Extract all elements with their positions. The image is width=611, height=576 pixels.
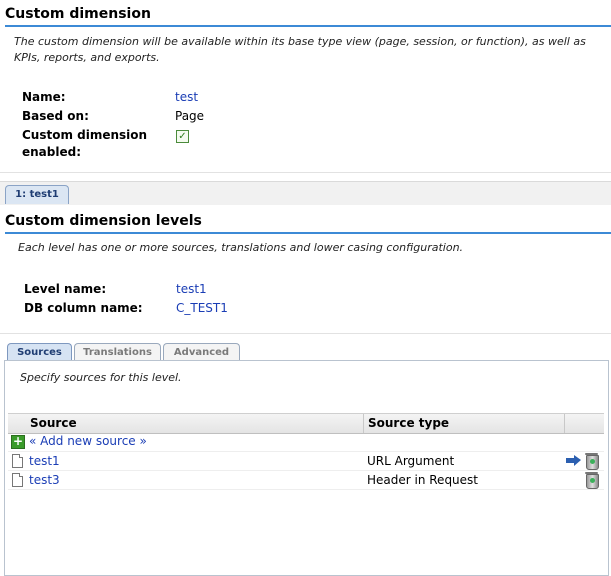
db-column-label: DB column name: [24, 301, 143, 315]
column-header-source-type[interactable]: Source type [368, 414, 449, 433]
trash-icon[interactable] [585, 453, 599, 470]
trash-icon[interactable] [585, 472, 599, 489]
add-icon[interactable]: + [11, 435, 25, 449]
column-divider [564, 414, 565, 433]
level-name-link[interactable]: test1 [176, 282, 207, 296]
column-divider [363, 414, 364, 433]
enabled-label-line1: Custom dimension [22, 128, 148, 142]
based-on-value: Page [175, 109, 205, 123]
sources-table-header: Source Source type [8, 413, 604, 434]
db-column-link[interactable]: C_TEST1 [176, 301, 228, 315]
tab-translations[interactable]: Translations [74, 343, 161, 361]
table-row: test3 Header in Request [8, 471, 604, 490]
page-description: The custom dimension will be available w… [14, 35, 586, 64]
add-new-source-link[interactable]: « Add new source » [29, 434, 147, 448]
level-tab-strip [0, 181, 611, 205]
enabled-checkbox[interactable]: ✓ [176, 130, 189, 143]
levels-title-rule [5, 232, 611, 234]
document-icon [12, 473, 23, 487]
tab-advanced[interactable]: Advanced [163, 343, 240, 361]
level-name-label: Level name: [24, 282, 107, 296]
add-source-row: + « Add new source » [8, 433, 604, 452]
levels-description: Each level has one or more sources, tran… [18, 241, 464, 254]
source-link[interactable]: test1 [29, 454, 60, 468]
tab-level-1[interactable]: 1: test1 [5, 185, 69, 204]
name-value-link[interactable]: test [175, 90, 198, 104]
divider [0, 333, 611, 334]
levels-title: Custom dimension levels [5, 213, 202, 229]
source-type: URL Argument [367, 454, 455, 468]
based-on-label: Based on: [22, 109, 89, 123]
title-rule [5, 25, 611, 27]
sources-description: Specify sources for this level. [20, 371, 182, 384]
page-title: Custom dimension [5, 6, 151, 22]
column-header-source[interactable]: Source [30, 414, 77, 433]
tab-sources[interactable]: Sources [7, 343, 72, 361]
table-row: test1 URL Argument [8, 452, 604, 471]
enabled-label-line2: enabled: [22, 145, 82, 159]
source-link[interactable]: test3 [29, 473, 60, 487]
move-icon[interactable] [566, 455, 582, 466]
name-label: Name: [22, 90, 66, 104]
document-icon [12, 454, 23, 468]
source-type: Header in Request [367, 473, 479, 487]
divider [0, 172, 611, 173]
